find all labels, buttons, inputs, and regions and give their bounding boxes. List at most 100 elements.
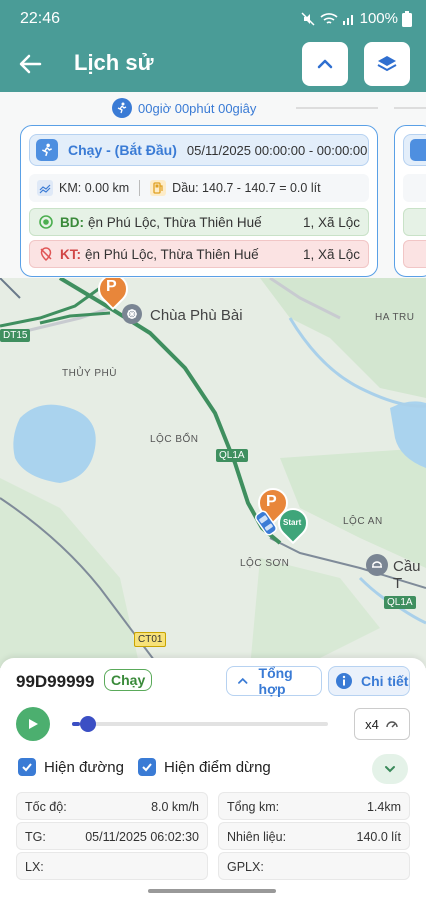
play-button[interactable] (16, 707, 50, 741)
bridge-icon[interactable] (366, 554, 388, 576)
show-stops-label: Hiện điểm dừng (164, 758, 271, 776)
trip-mode: Chạy - (Bắt Đầu) (68, 142, 177, 158)
battery-icon (402, 10, 412, 27)
map-view[interactable]: DT15 QL1A QL1A CT01 THỦY PHÙ LỘC BỔN HA … (0, 278, 426, 668)
trip-stats (403, 174, 426, 202)
end-address-tail: 1, Xã Lộc (302, 246, 360, 262)
forest-area (260, 278, 426, 398)
poi-label: Chùa Phù Bài (150, 307, 243, 324)
trip-timeline[interactable]: 00giờ 00phút 00giây Chạy - (Bắt Đầu) 05/… (0, 92, 426, 278)
running-icon (112, 98, 132, 118)
fuel-icon (150, 180, 167, 196)
detail-button-label: Chi tiết (361, 673, 409, 689)
info-fuel: Nhiên liệu: 140.0 lít (218, 822, 410, 850)
battery-text: 100% (359, 10, 398, 27)
info-label: LX: (25, 860, 44, 874)
chevron-up-icon (317, 59, 333, 69)
car-icon[interactable] (252, 508, 280, 538)
playback-handle[interactable] (79, 716, 96, 732)
location-off-icon (40, 247, 52, 262)
playback-progress (72, 722, 80, 726)
playback-speed-button[interactable]: x4 (354, 708, 410, 740)
end-label: KT: (60, 246, 81, 262)
layers-button[interactable] (364, 42, 410, 86)
pagoda-icon[interactable] (122, 304, 142, 324)
trip-card-header (403, 134, 426, 166)
start-point-icon (39, 215, 53, 229)
road-badge: CT01 (134, 632, 167, 647)
timeline-divider (394, 107, 426, 109)
trip-card-next[interactable] (394, 125, 426, 277)
forest-area (280, 448, 426, 568)
place-label: HA TRU (375, 312, 415, 323)
info-license: GPLX: (218, 852, 410, 880)
trip-stats: KM: 0.00 km Dầu: 140.7 - 140.7 = 0.0 lít (29, 174, 369, 202)
poi-label: Cầu T (393, 558, 421, 592)
checkbox-checked-icon (18, 758, 36, 776)
arrow-left-icon[interactable] (16, 50, 44, 78)
parking-marker-label: P (106, 278, 117, 295)
info-driver: LX: (16, 852, 208, 880)
place-label: THỦY PHÙ (62, 368, 117, 379)
end-address: ện Phú Lộc, Thừa Thiên Huế (85, 246, 259, 262)
start-label: BD: (60, 214, 84, 230)
vehicle-plate: 99D99999 (16, 672, 95, 691)
collapse-button[interactable] (302, 42, 348, 86)
info-speed: Tốc độ: 8.0 km/h (16, 792, 208, 820)
chart-line-icon (37, 180, 53, 196)
clock: 22:46 (20, 10, 61, 27)
home-indicator[interactable] (148, 889, 276, 893)
road-badge: QL1A (384, 596, 416, 609)
info-value: 140.0 lít (356, 830, 401, 844)
summary-button[interactable]: Tổng hợp (226, 665, 322, 697)
start-location: BD: ện Phú Lộc, Thừa Thiên Huế 1, Xã Lộc (29, 208, 369, 236)
duration-text: 00giờ 00phút 00giây (138, 100, 257, 116)
layers-icon (377, 56, 397, 72)
forest-area (0, 478, 140, 668)
info-time: TG: 05/11/2025 06:02:30 (16, 822, 208, 850)
place-label: LỘC BỔN (150, 434, 199, 445)
road-badge: QL1A (216, 449, 248, 462)
end-location: KT: ện Phú Lộc, Thừa Thiên Huế 1, Xã Lộc (29, 240, 369, 268)
end-location (403, 240, 426, 268)
status-icons: 100% (300, 10, 412, 27)
info-icon (336, 673, 352, 689)
running-icon (36, 139, 58, 161)
summary-button-label: Tổng hợp (258, 665, 293, 697)
chevron-down-icon (385, 766, 395, 773)
status-bar: 22:46 100% (0, 0, 426, 38)
trip-fuel: Dầu: 140.7 - 140.7 = 0.0 lít (172, 181, 321, 195)
info-label: Tốc độ: (25, 800, 67, 814)
info-label: Nhiên liệu: (227, 830, 287, 844)
road (0, 278, 21, 299)
page-title: Lịch sử (74, 50, 154, 75)
show-route-checkbox[interactable]: Hiện đường (18, 758, 124, 776)
start-marker-label: Start (283, 518, 302, 527)
running-icon (410, 139, 426, 161)
forest-area (250, 558, 380, 668)
expand-button[interactable] (372, 754, 408, 784)
info-value: 05/11/2025 06:02:30 (85, 830, 199, 844)
place-label: LỘC SƠN (240, 558, 290, 569)
detail-button[interactable]: Chi tiết (328, 666, 410, 696)
start-address: ện Phú Lộc, Thừa Thiên Huế (88, 214, 262, 230)
lake (13, 404, 96, 483)
start-address-tail: 1, Xã Lộc (302, 214, 360, 230)
status-badge: Chạy (104, 669, 153, 691)
trip-card[interactable]: Chạy - (Bắt Đầu) 05/11/2025 00:00:00 - 0… (20, 125, 378, 277)
speed-multiplier: x4 (365, 716, 379, 732)
show-stops-checkbox[interactable]: Hiện điểm dừng (138, 758, 271, 776)
trip-duration: 00giờ 00phút 00giây (112, 98, 256, 118)
playback-slider[interactable] (72, 716, 328, 732)
timeline-divider (296, 107, 378, 109)
info-total-km: Tổng km: 1.4km (218, 792, 410, 820)
divider (139, 180, 141, 196)
wifi-icon (320, 12, 338, 24)
vehicle-panel: 99D99999 Chạy Tổng hợp Chi tiết x4 Hiện … (0, 658, 426, 900)
chevron-up-icon (238, 677, 248, 684)
checkbox-checked-icon (138, 758, 156, 776)
trip-card-header: Chạy - (Bắt Đầu) 05/11/2025 00:00:00 - 0… (29, 134, 369, 166)
road-badge: DT15 (0, 329, 31, 342)
info-value: 1.4km (366, 800, 401, 814)
speedometer-icon (386, 721, 398, 728)
